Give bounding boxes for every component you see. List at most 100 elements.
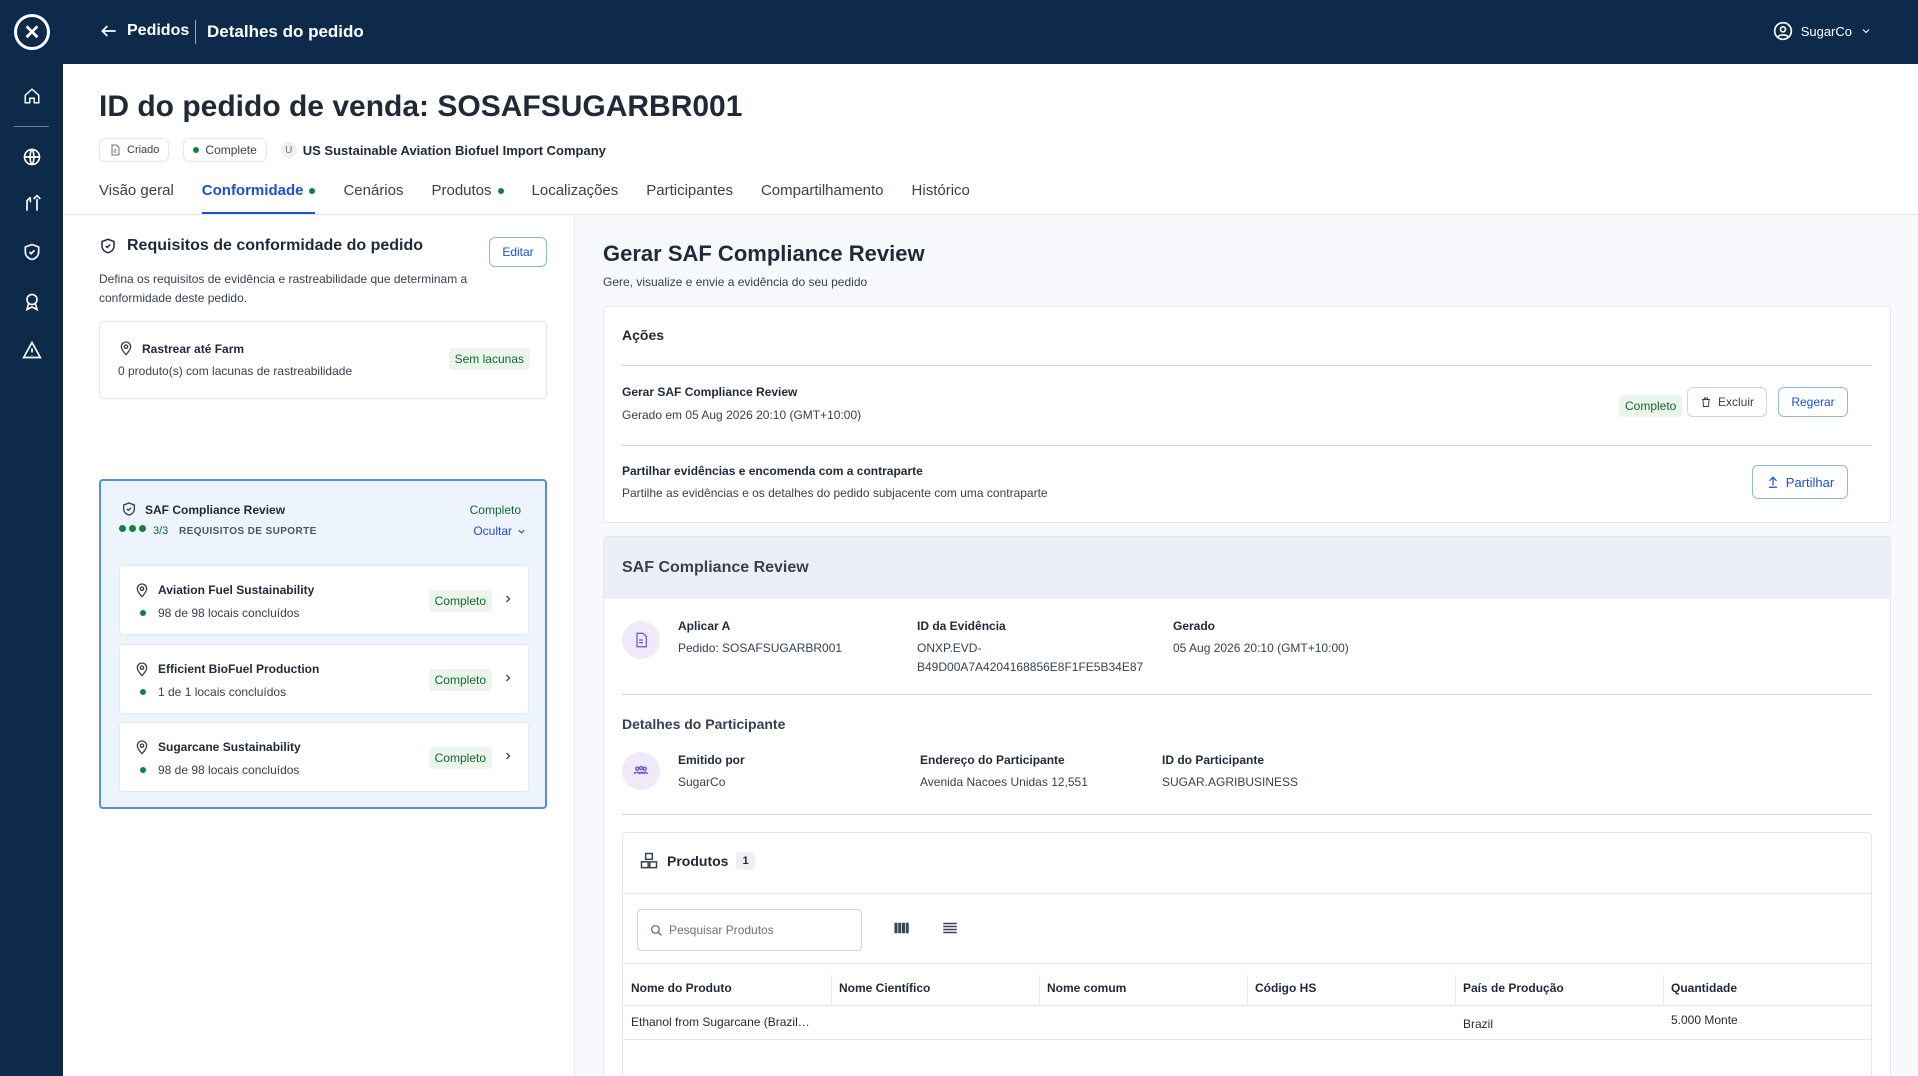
action-generate-title: Gerar SAF Compliance Review	[622, 385, 798, 399]
column-view-icon[interactable]	[893, 919, 911, 937]
app-logo[interactable]: ✕	[14, 14, 50, 50]
top-bar: Pedidos Detalhes do pedido SugarCo	[63, 0, 1918, 64]
tab-label: Conformidade	[201, 182, 304, 199]
actions-card: Ações Gerar SAF Compliance Review Gerado…	[603, 306, 1891, 523]
participant-id-value: SUGAR.AGRIBUSINESS	[1162, 775, 1299, 789]
back-label: Pedidos	[127, 22, 190, 39]
column-header[interactable]: País de Produção	[1463, 981, 1564, 995]
requirement-item[interactable]: Sugarcane Sustainability 98 de 98 locais…	[119, 722, 529, 792]
requirement-name: Efficient BioFuel Production	[158, 662, 320, 676]
tab-scenarios[interactable]: Cenários	[343, 182, 403, 214]
search-icon	[650, 924, 662, 936]
location-pin-icon	[136, 583, 148, 598]
location-pin-icon	[120, 341, 132, 356]
edit-button[interactable]: Editar	[489, 237, 547, 267]
participant-heading: Detalhes do Participante	[622, 716, 786, 732]
search-input[interactable]: Pesquisar Produtos	[637, 909, 862, 951]
tab-overview[interactable]: Visão geral	[99, 182, 174, 214]
created-label: Criado	[127, 144, 160, 156]
divider	[623, 1005, 1871, 1006]
globe-icon[interactable]	[20, 145, 44, 169]
status-dot	[140, 689, 146, 695]
column-header[interactable]: Nome do Produto	[631, 981, 732, 995]
participant-id-label: ID do Participante	[1162, 753, 1265, 767]
requirement-item[interactable]: Aviation Fuel Sustainability 98 de 98 lo…	[119, 565, 529, 635]
status-dot	[140, 610, 146, 616]
status-dot	[309, 188, 316, 194]
location-pin-icon	[136, 740, 148, 755]
shield-check-icon	[123, 502, 135, 516]
award-icon[interactable]	[20, 290, 44, 314]
upload-icon	[1768, 476, 1777, 488]
warning-icon[interactable]	[20, 338, 44, 362]
generate-panel: Gerar SAF Compliance Review Gere, visual…	[575, 215, 1918, 1076]
requirements-description: Defina os requisitos de evidência e rast…	[99, 272, 468, 305]
tab-bar: Visão geral Conformidade Cenários Produt…	[99, 182, 970, 214]
generate-title: Gerar SAF Compliance Review	[603, 241, 925, 266]
review-card: SAF Compliance Review Aplicar A Pedido: …	[603, 536, 1891, 1076]
requirement-name: Aviation Fuel Sustainability	[158, 583, 315, 597]
regenerate-button[interactable]: Regerar	[1778, 387, 1848, 417]
share-button[interactable]: Partilhar	[1752, 465, 1848, 499]
shield-check-icon	[101, 238, 115, 254]
trace-card[interactable]: Rastrear até Farm 0 produto(s) com lacun…	[99, 321, 547, 399]
boxes-icon	[640, 852, 658, 869]
order-meta: Criado Complete U US Sustainable Aviatio…	[99, 138, 606, 162]
hide-toggle[interactable]: Ocultar	[473, 524, 527, 538]
support-label: REQUISITOS DE SUPORTE	[179, 526, 317, 537]
list-view-icon[interactable]	[941, 919, 959, 937]
table-cell: Brazil	[1463, 1017, 1494, 1031]
column-header[interactable]: Código HS	[1255, 981, 1316, 995]
divider	[623, 893, 1871, 894]
tab-compliance[interactable]: Conformidade	[201, 182, 316, 214]
delete-button[interactable]: Excluir	[1687, 387, 1767, 417]
action-generate-subtitle: Gerado em 05 Aug 2026 20:10 (GMT+10:00)	[622, 408, 862, 422]
tab-participants[interactable]: Participantes	[646, 182, 733, 214]
apply-label: Aplicar A	[678, 619, 731, 633]
location-pin-icon	[136, 662, 148, 677]
tab-history[interactable]: Histórico	[912, 182, 970, 214]
requirements-title-text: Requisitos de conformidade do pedido	[127, 237, 424, 254]
user-icon	[1773, 21, 1792, 41]
column-header[interactable]: Nome Científico	[839, 981, 930, 995]
tab-locations[interactable]: Localizações	[532, 182, 619, 214]
tab-label: Produtos	[431, 182, 492, 199]
tab-products[interactable]: Produtos	[431, 182, 504, 214]
column-header[interactable]: Nome comum	[1047, 981, 1126, 995]
chevron-down-icon	[1862, 29, 1870, 34]
back-button[interactable]: Pedidos	[99, 21, 189, 41]
shield-check-icon[interactable]	[20, 240, 44, 264]
tab-sharing[interactable]: Compartilhamento	[761, 182, 884, 214]
requirement-item[interactable]: Efficient BioFuel Production 1 de 1 loca…	[119, 644, 529, 714]
review-heading: SAF Compliance Review	[622, 559, 809, 576]
divider	[622, 365, 1872, 366]
company-avatar: U	[280, 142, 297, 158]
table-row-divider	[623, 1039, 1871, 1040]
requirement-progress: 98 de 98 locais concluídos	[158, 606, 300, 620]
action-share-subtitle: Partilhe as evidências e os detalhes do …	[622, 486, 1048, 500]
route-icon[interactable]	[20, 192, 44, 216]
home-icon[interactable]	[20, 84, 44, 108]
column-header[interactable]: Quantidade	[1671, 981, 1737, 995]
table-cell: 5.000 Monte	[1671, 1013, 1738, 1027]
arrow-left-icon	[101, 25, 116, 37]
people-icon	[622, 752, 660, 790]
column-divider	[1039, 975, 1040, 1005]
progress-dots	[119, 525, 146, 532]
status-badge: Complete	[183, 138, 267, 162]
saf-review-card[interactable]: SAF Compliance Review Completo 3/3 REQUI…	[99, 479, 547, 809]
trace-subtitle: 0 produto(s) com lacunas de rastreabilid…	[118, 364, 353, 378]
column-divider	[1663, 975, 1664, 1005]
requirement-name: Sugarcane Sustainability	[158, 740, 301, 754]
tab-label: Cenários	[343, 182, 404, 199]
divider	[622, 814, 1872, 815]
document-icon	[111, 144, 120, 156]
search-placeholder: Pesquisar Produtos	[669, 923, 774, 937]
products-heading: Produtos	[667, 853, 729, 869]
user-menu[interactable]: SugarCo	[1773, 21, 1872, 41]
sidebar-divider	[14, 126, 49, 127]
hide-label: Ocultar	[473, 524, 512, 538]
document-icon	[622, 621, 660, 659]
issued-label: Emitido por	[678, 753, 745, 767]
table-cell[interactable]: Ethanol from Sugarcane (Brazil…	[631, 1015, 810, 1029]
